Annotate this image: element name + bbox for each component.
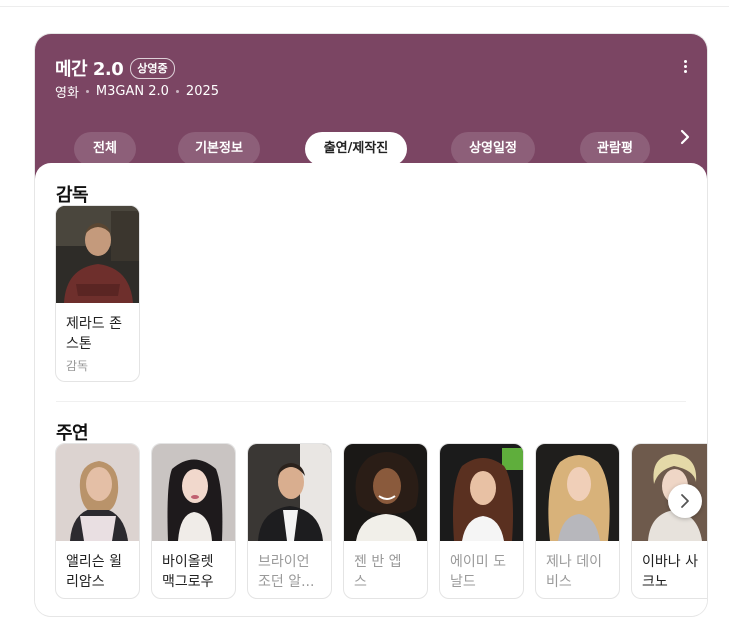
cast-photo	[344, 444, 427, 541]
tab-reviews[interactable]: 관람평	[580, 132, 650, 166]
title-row: 메간 2.0 상영중	[55, 55, 175, 81]
cast-photo	[536, 444, 619, 541]
meta-separator	[175, 90, 179, 93]
cast-crew-panel: 감독 제라드 존 스톤 감독 주연 앨리슨 윌 리암스 바이올렛 맥그로우 브라…	[35, 163, 707, 616]
meta-year: 2025	[185, 84, 220, 99]
cast-card[interactable]: 제나 데이 비스	[535, 443, 620, 599]
cast-card[interactable]: 브라이언 조던 알...	[247, 443, 332, 599]
cast-card[interactable]: 이바나 사 크노	[631, 443, 707, 599]
cast-card[interactable]: 앨리슨 윌 리암스	[55, 443, 140, 599]
cast-heading: 주연	[56, 423, 89, 444]
cast-name: 브라이언 조던 알...	[258, 554, 315, 590]
cast-photo	[152, 444, 235, 541]
director-heading: 감독	[56, 185, 89, 206]
cast-name: 이바나 사 크노	[642, 554, 698, 590]
director-card[interactable]: 제라드 존 스톤 감독	[55, 205, 140, 382]
cast-name: 바이올렛 맥그로우	[162, 554, 214, 590]
tab-all[interactable]: 전체	[74, 132, 136, 166]
cast-photo	[440, 444, 523, 541]
cast-next-button[interactable]	[668, 484, 702, 518]
cast-name: 에이미 도 날드	[450, 554, 506, 590]
director-role: 감독	[66, 359, 89, 373]
movie-meta: 영화 M3GAN 2.0 2025	[55, 82, 219, 101]
chevron-right-icon[interactable]	[675, 127, 695, 147]
movie-title[interactable]: 메간 2.0	[55, 55, 124, 81]
cast-name: 앨리슨 윌 리암스	[66, 554, 122, 590]
director-photo	[56, 206, 139, 303]
tab-basic-info[interactable]: 기본정보	[178, 132, 260, 166]
tab-schedule[interactable]: 상영일정	[451, 132, 535, 166]
tab-cast-crew[interactable]: 출연/제작진	[305, 132, 407, 166]
cast-name: 제나 데이 비스	[546, 554, 602, 590]
top-divider	[0, 6, 729, 7]
section-divider	[56, 401, 686, 402]
more-vertical-icon[interactable]	[683, 60, 689, 76]
next-arrow-icon	[681, 494, 689, 508]
cast-name: 젠 반 엡 스	[354, 554, 402, 590]
status-badge: 상영중	[130, 57, 175, 79]
cast-photo	[248, 444, 331, 541]
meta-original-title: M3GAN 2.0	[95, 84, 169, 99]
director-name: 제라드 존 스톤	[66, 316, 122, 352]
tab-bar: 전체 기본정보 출연/제작진 상영일정 관람평	[35, 132, 707, 166]
cast-photo	[56, 444, 139, 541]
meta-separator	[85, 90, 89, 93]
meta-category: 영화	[55, 86, 79, 101]
cast-card[interactable]: 젠 반 엡 스	[343, 443, 428, 599]
cast-card[interactable]: 바이올렛 맥그로우	[151, 443, 236, 599]
movie-info-card: 메간 2.0 상영중 영화 M3GAN 2.0 2025 전체 기본정보 출연/…	[35, 34, 707, 616]
cast-card[interactable]: 에이미 도 날드	[439, 443, 524, 599]
